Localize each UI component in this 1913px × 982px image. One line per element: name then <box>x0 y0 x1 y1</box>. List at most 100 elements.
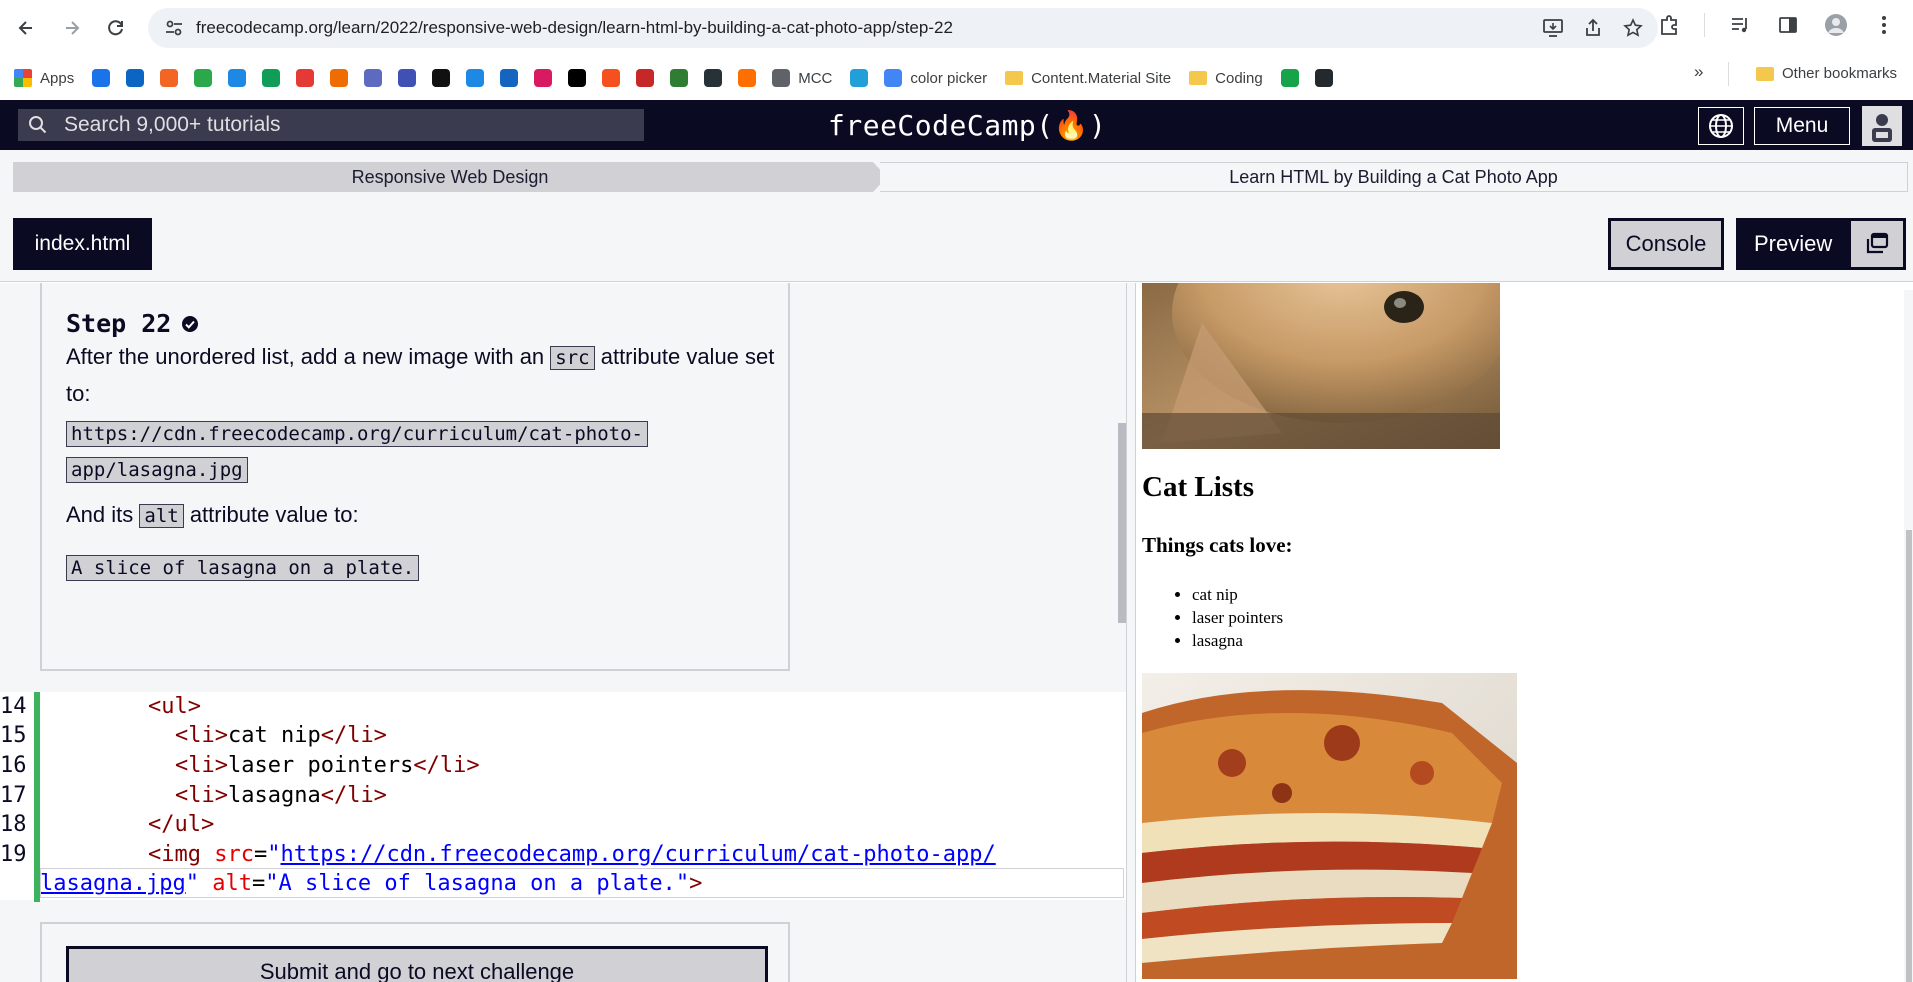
bookmark-label: MCC <box>798 69 833 87</box>
fcc-logo[interactable]: freeCodeCamp(🔥) <box>828 109 1106 142</box>
console-button[interactable]: Console <box>1608 218 1724 270</box>
preview-scrollbar-thumb[interactable] <box>1906 530 1912 982</box>
bookmark-item[interactable] <box>126 69 145 87</box>
breadcrumb-project[interactable]: Learn HTML by Building a Cat Photo App <box>880 162 1908 192</box>
bookmark-item[interactable] <box>670 69 689 87</box>
bookmark-item[interactable]: color picker <box>884 69 987 87</box>
apps-shortcut[interactable]: Apps <box>14 69 74 87</box>
bookmark-favicon-icon <box>228 69 247 87</box>
inline-code-alt: alt <box>139 504 184 528</box>
bookmark-label: Coding <box>1215 69 1263 87</box>
extensions-icon[interactable] <box>1656 12 1682 38</box>
forward-icon[interactable] <box>56 12 88 44</box>
bookmark-favicon-icon <box>850 69 869 87</box>
bookmark-item[interactable] <box>568 69 587 87</box>
cat-photo <box>1142 283 1500 449</box>
user-avatar[interactable] <box>1862 106 1902 146</box>
fcc-navbar: Search 9,000+ tutorials freeCodeCamp(🔥) … <box>0 100 1913 150</box>
bookmark-item[interactable] <box>364 69 383 87</box>
bookmark-item[interactable] <box>330 69 349 87</box>
site-info-icon[interactable] <box>164 18 184 38</box>
bookmark-favicon-icon <box>92 69 111 87</box>
address-bar[interactable]: freecodecamp.org/learn/2022/responsive-w… <box>148 8 1658 48</box>
bookmark-item[interactable] <box>636 69 655 87</box>
install-app-icon[interactable] <box>1542 17 1564 39</box>
bookmark-item[interactable] <box>850 69 869 87</box>
bookmark-item[interactable] <box>500 69 519 87</box>
bookmark-folder[interactable]: Coding <box>1189 70 1263 87</box>
list-item: cat nip <box>1192 583 1283 606</box>
bookmark-label: color picker <box>910 69 988 87</box>
bookmark-item[interactable] <box>602 69 621 87</box>
preview-label: Preview <box>1754 231 1833 256</box>
instructions-scrollbar[interactable] <box>1118 423 1126 623</box>
bookmark-item[interactable] <box>194 69 213 87</box>
bookmark-item[interactable] <box>296 69 315 87</box>
src-url-part-1[interactable]: https://cdn.freecodecamp.org/curriculum/… <box>280 842 995 867</box>
folder-icon <box>1189 71 1208 85</box>
bookmark-favicon-icon <box>602 69 621 87</box>
pane-resizer[interactable] <box>1126 283 1136 982</box>
bookmark-favicon-icon <box>884 69 903 87</box>
bookmark-item[interactable] <box>1280 69 1299 87</box>
bookmark-favicon-icon <box>398 69 417 87</box>
side-panel-icon[interactable] <box>1775 12 1801 38</box>
bookmark-item[interactable] <box>92 69 111 87</box>
code-line-14: <ul> <box>148 694 201 719</box>
other-bookmarks-folder[interactable]: Other bookmarks <box>1756 65 1897 82</box>
other-bookmarks-label: Other bookmarks <box>1782 65 1898 82</box>
search-input[interactable]: Search 9,000+ tutorials <box>18 109 644 141</box>
src-value-block: https://cdn.freecodecamp.org/curriculum/… <box>66 415 786 487</box>
bookmark-item[interactable] <box>704 69 723 87</box>
tab-index-html[interactable]: index.html <box>13 218 152 270</box>
chrome-menu-icon[interactable] <box>1871 12 1897 38</box>
bookmark-item[interactable] <box>738 69 757 87</box>
inline-code-src: src <box>550 346 595 370</box>
bookmark-favicon-icon <box>126 69 145 87</box>
more-bookmarks-button[interactable]: » <box>1694 62 1703 82</box>
preview-button[interactable]: Preview <box>1736 218 1906 270</box>
step-title: Step 22 <box>66 309 199 338</box>
line-number: 15 <box>0 723 27 748</box>
menu-button[interactable]: Menu <box>1754 107 1850 145</box>
bookmarks-divider <box>1728 62 1729 86</box>
alt-value-block: A slice of lasagna on a plate. <box>66 549 786 585</box>
search-icon <box>28 115 48 135</box>
bookmark-favicon-icon <box>500 69 519 87</box>
language-globe-button[interactable] <box>1698 107 1744 145</box>
instruction-paragraph-1: After the unordered list, add a new imag… <box>66 339 786 411</box>
alt-value: A slice of lasagna on a plate. <box>66 555 420 581</box>
folder-icon <box>1005 71 1024 85</box>
bookmark-favicon-icon <box>1314 69 1333 87</box>
back-icon[interactable] <box>10 12 42 44</box>
bookmark-folder[interactable]: Content.Material Site <box>1005 70 1171 87</box>
bookmark-item[interactable] <box>1314 69 1333 87</box>
breadcrumb-course[interactable]: Responsive Web Design <box>13 162 887 192</box>
bookmarks-bar: Apps MCC color picker Content.Material Site… <box>0 56 1913 100</box>
submit-button[interactable]: Submit and go to next challenge <box>66 946 768 982</box>
bookmark-star-icon[interactable] <box>1622 17 1644 39</box>
share-icon[interactable] <box>1582 17 1604 39</box>
bookmark-favicon-icon <box>1280 69 1299 87</box>
profile-avatar-icon[interactable] <box>1823 12 1849 38</box>
bookmark-item[interactable]: MCC <box>772 69 832 87</box>
toolbar-divider <box>1704 13 1705 37</box>
preview-scrollbar[interactable] <box>1904 290 1913 982</box>
bookmark-item[interactable] <box>466 69 485 87</box>
instruction-text: attribute value to: <box>183 502 359 527</box>
bookmark-item[interactable] <box>228 69 247 87</box>
bookmark-favicon-icon <box>194 69 213 87</box>
bookmark-item[interactable] <box>534 69 553 87</box>
bookmark-item[interactable] <box>160 69 179 87</box>
browser-toolbar: freecodecamp.org/learn/2022/responsive-w… <box>0 0 1913 56</box>
bookmark-item[interactable] <box>262 69 281 87</box>
bookmark-favicon-icon <box>262 69 281 87</box>
popout-preview-icon[interactable] <box>1851 221 1903 267</box>
bookmark-favicon-icon <box>636 69 655 87</box>
reload-icon[interactable] <box>100 12 132 44</box>
url-text: freecodecamp.org/learn/2022/responsive-w… <box>196 18 953 37</box>
media-control-icon[interactable] <box>1727 12 1753 38</box>
bookmark-item[interactable] <box>398 69 417 87</box>
bookmark-item[interactable] <box>432 69 451 87</box>
instructions-panel: Step 22 After the unordered list, add a … <box>40 283 790 671</box>
